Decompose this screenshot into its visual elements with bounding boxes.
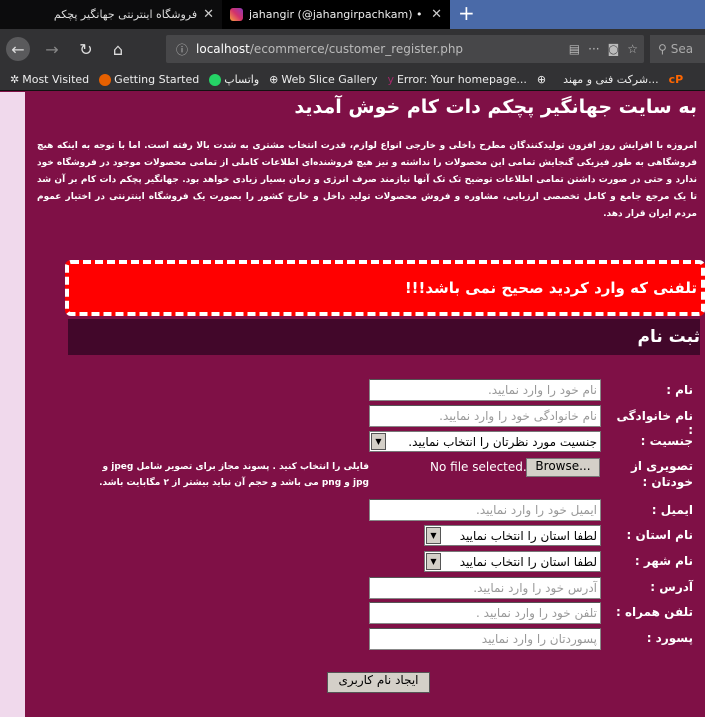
bookmark-getting-started[interactable]: Getting Started: [99, 73, 199, 86]
phone-label: تلفن همراه :: [615, 605, 693, 619]
phone-input[interactable]: تلفن خود را وارد نمایید .: [369, 602, 601, 624]
state-label: نام استان :: [626, 528, 693, 542]
more-icon[interactable]: ···: [588, 42, 599, 56]
tab-shop[interactable]: فروشگاه اینترنتی جهانگیر پچکم ✕: [0, 0, 222, 29]
forward-button[interactable]: →: [40, 37, 64, 61]
url-host: localhost: [196, 42, 250, 56]
yoast-icon: y: [387, 73, 394, 86]
bookmark-most-visited[interactable]: ✲ Most Visited: [10, 73, 89, 86]
tab-title: فروشگاه اینترنتی جهانگیر پچکم: [53, 8, 198, 21]
bookmark-web-slice[interactable]: ⊕ Web Slice Gallery: [269, 73, 377, 86]
star-icon[interactable]: ☆: [627, 42, 638, 56]
create-account-button[interactable]: ایجاد نام کاربری: [327, 672, 430, 693]
file-hint: فایلی را انتخاب کنید . پسوند مجاز برای ت…: [99, 462, 369, 488]
email-input[interactable]: ایمیل خود را وارد نمایید.: [369, 499, 601, 521]
email-label: ایمیل :: [651, 503, 693, 517]
new-tab-button[interactable]: +: [458, 1, 475, 25]
address-input[interactable]: آدرس خود را وارد نمایید.: [369, 577, 601, 599]
chevron-down-icon: ▼: [371, 433, 386, 450]
cpanel-icon[interactable]: cP: [669, 73, 684, 86]
globe-icon: ⊕: [536, 73, 547, 86]
back-button[interactable]: ←: [6, 37, 30, 61]
reload-button[interactable]: ↻: [74, 37, 98, 61]
gender-label: جنسیت :: [640, 434, 693, 448]
city-label: نام شهر :: [634, 554, 693, 568]
password-input[interactable]: پسوردتان را وارد نمایید: [369, 628, 601, 650]
bookmark-error[interactable]: y Error: Your homepage...: [387, 73, 526, 86]
info-icon[interactable]: ⓘ: [176, 41, 188, 58]
globe-icon: ⊕: [269, 73, 279, 86]
name-input[interactable]: نام خود را وارد نمایید.: [369, 379, 601, 401]
address-label: آدرس :: [650, 580, 693, 594]
reader-icon[interactable]: ▤: [569, 42, 580, 56]
gender-select[interactable]: جنسیت مورد نظرتان را انتخاب نمایید. ▼: [369, 431, 601, 452]
chevron-down-icon: ▼: [426, 527, 441, 544]
city-value: لطفا استان را انتخاب نمایید: [459, 554, 597, 569]
firefox-icon: [99, 73, 112, 86]
new-tab-area: +: [450, 0, 705, 29]
password-label: پسورد :: [646, 631, 693, 645]
tab-instagram[interactable]: jahangir (@jahangirpachkam) • Ins ✕: [222, 0, 450, 29]
tab-title: jahangir (@jahangirpachkam) • Ins: [249, 8, 426, 21]
search-icon: ⚲: [658, 42, 667, 56]
name-label: نام :: [666, 383, 693, 397]
gender-value: جنسیت مورد نظرتان را انتخاب نمایید.: [408, 434, 597, 449]
instagram-icon: [230, 8, 243, 21]
url-path: /ecommerce/customer_register.php: [249, 42, 464, 56]
file-status: No file selected.: [430, 460, 527, 474]
whatsapp-icon: [209, 73, 222, 86]
state-select[interactable]: لطفا استان را انتخاب نمایید ▼: [424, 525, 601, 546]
bookmark-company[interactable]: ⊕ شرکت فنی و مهند...: [537, 73, 659, 86]
bookmarks-bar: ✲ Most Visited Getting Started واتساپ ⊕ We…: [0, 69, 705, 91]
search-box[interactable]: ⚲ Sea: [650, 35, 705, 63]
browse-button[interactable]: Browse...: [526, 458, 600, 477]
state-value: لطفا استان را انتخاب نمایید: [459, 528, 597, 543]
pocket-icon[interactable]: ◙: [608, 42, 620, 56]
close-icon[interactable]: ✕: [203, 7, 214, 22]
close-icon[interactable]: ✕: [431, 7, 442, 22]
welcome-heading: به سایت جهانگیر پچکم دات کام خوش آمدید: [294, 96, 697, 118]
intro-text: امروزه با افزایش روز افزون تولیدکنندگان …: [37, 141, 697, 219]
family-label: نام خانوادگی :: [616, 409, 693, 437]
bookmark-whatsapp[interactable]: واتساپ: [209, 73, 259, 86]
city-select[interactable]: لطفا استان را انتخاب نمایید ▼: [424, 551, 601, 572]
gear-icon: ✲: [10, 73, 20, 86]
image-label: تصویری از خودتان :: [630, 459, 693, 489]
url-bar[interactable]: ⓘ localhost/ecommerce/customer_register.…: [166, 35, 644, 63]
chevron-down-icon: ▼: [426, 553, 441, 570]
register-title: ثبت نام: [68, 319, 700, 355]
page-content: به سایت جهانگیر پچکم دات کام خوش آمدید ا…: [25, 92, 705, 717]
error-message: تلفنی که وارد کردید صحیح نمی باشد!!!: [65, 260, 705, 316]
home-button[interactable]: ⌂: [106, 37, 130, 61]
search-placeholder: Sea: [670, 42, 694, 56]
page-side-strip: [0, 92, 25, 717]
family-input[interactable]: نام خانوادگی خود را وارد نمایید.: [369, 405, 601, 427]
